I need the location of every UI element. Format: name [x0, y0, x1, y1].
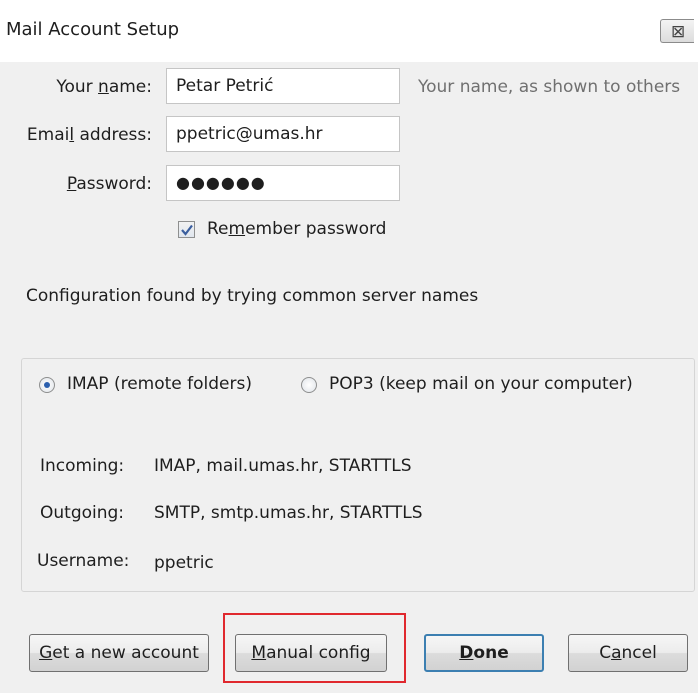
- pop3-radio[interactable]: [301, 377, 317, 393]
- password-label: Password:: [66, 174, 152, 194]
- email-label: Email address:: [26, 125, 152, 145]
- get-new-account-button[interactable]: Get a new account: [29, 634, 209, 672]
- name-hint: Your name, as shown to others: [418, 77, 681, 97]
- password-input[interactable]: ●●●●●●: [166, 165, 400, 201]
- remember-password-label[interactable]: Remember password: [207, 219, 386, 239]
- outgoing-value: SMTP, smtp.umas.hr, STARTTLS: [154, 503, 423, 523]
- username-value: ppetric: [154, 553, 214, 573]
- name-label: Your name:: [56, 77, 152, 97]
- incoming-value: IMAP, mail.umas.hr, STARTTLS: [154, 456, 412, 476]
- cancel-button[interactable]: Cancel: [568, 634, 688, 672]
- incoming-label: Incoming:: [40, 456, 125, 476]
- close-button[interactable]: ⊠: [660, 19, 694, 43]
- imap-radio[interactable]: [39, 377, 55, 393]
- name-input[interactable]: Petar Petrić: [166, 68, 400, 104]
- imap-label[interactable]: IMAP (remote folders): [67, 374, 252, 394]
- remember-password-checkbox[interactable]: [178, 221, 195, 238]
- config-status-message: Configuration found by trying common ser…: [26, 286, 479, 306]
- manual-config-highlight: [223, 613, 406, 683]
- checkmark-icon: [181, 224, 193, 236]
- username-label: Username:: [37, 551, 130, 571]
- window-title: Mail Account Setup: [6, 19, 180, 40]
- title-bar: Mail Account Setup ⊠: [0, 0, 698, 62]
- pop3-label[interactable]: POP3 (keep mail on your computer): [329, 374, 633, 394]
- email-input[interactable]: ppetric@umas.hr: [166, 116, 400, 152]
- radio-selected-icon: [44, 382, 50, 388]
- outgoing-label: Outgoing:: [40, 503, 125, 523]
- done-button[interactable]: Done: [424, 634, 544, 672]
- close-icon: ⊠: [671, 22, 686, 42]
